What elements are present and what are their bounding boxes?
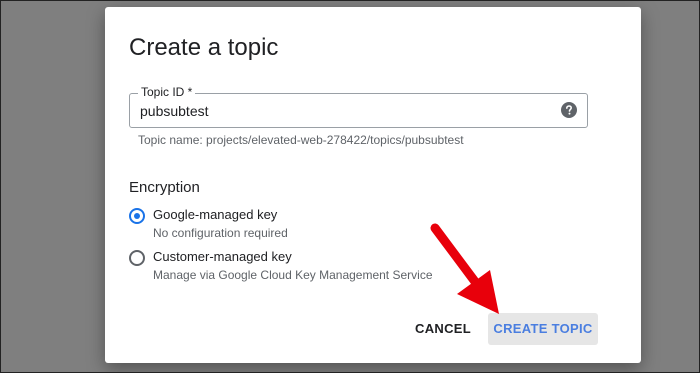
annotation-arrow xyxy=(430,223,499,314)
